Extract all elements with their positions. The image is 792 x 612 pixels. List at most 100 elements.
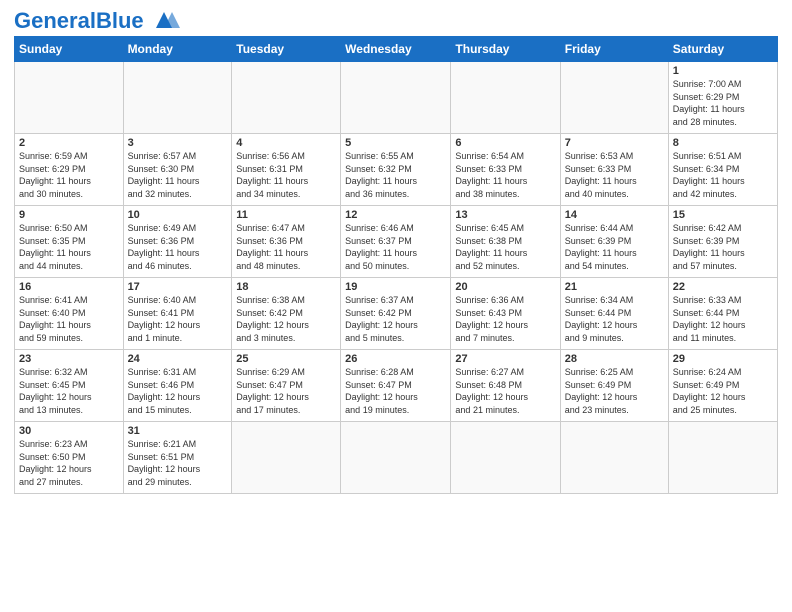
calendar-cell: 25Sunrise: 6:29 AM Sunset: 6:47 PM Dayli… xyxy=(232,350,341,422)
day-number: 4 xyxy=(236,137,336,149)
calendar-cell: 26Sunrise: 6:28 AM Sunset: 6:47 PM Dayli… xyxy=(341,350,451,422)
calendar-week-1: 1Sunrise: 7:00 AM Sunset: 6:29 PM Daylig… xyxy=(15,62,778,134)
calendar-cell: 5Sunrise: 6:55 AM Sunset: 6:32 PM Daylig… xyxy=(341,134,451,206)
weekday-header-monday: Monday xyxy=(123,37,232,62)
day-number: 24 xyxy=(128,353,228,365)
calendar-cell: 8Sunrise: 6:51 AM Sunset: 6:34 PM Daylig… xyxy=(668,134,777,206)
day-info: Sunrise: 6:56 AM Sunset: 6:31 PM Dayligh… xyxy=(236,150,336,200)
header: GeneralBlue xyxy=(14,10,778,32)
day-info: Sunrise: 6:36 AM Sunset: 6:43 PM Dayligh… xyxy=(455,294,555,344)
day-number: 3 xyxy=(128,137,228,149)
day-number: 23 xyxy=(19,353,119,365)
day-number: 13 xyxy=(455,209,555,221)
day-number: 1 xyxy=(673,65,773,77)
weekday-header-thursday: Thursday xyxy=(451,37,560,62)
calendar-cell: 6Sunrise: 6:54 AM Sunset: 6:33 PM Daylig… xyxy=(451,134,560,206)
day-number: 15 xyxy=(673,209,773,221)
day-number: 11 xyxy=(236,209,336,221)
day-info: Sunrise: 6:47 AM Sunset: 6:36 PM Dayligh… xyxy=(236,222,336,272)
calendar-cell: 7Sunrise: 6:53 AM Sunset: 6:33 PM Daylig… xyxy=(560,134,668,206)
day-info: Sunrise: 6:31 AM Sunset: 6:46 PM Dayligh… xyxy=(128,366,228,416)
day-info: Sunrise: 6:50 AM Sunset: 6:35 PM Dayligh… xyxy=(19,222,119,272)
calendar-table: SundayMondayTuesdayWednesdayThursdayFrid… xyxy=(14,36,778,494)
day-info: Sunrise: 6:59 AM Sunset: 6:29 PM Dayligh… xyxy=(19,150,119,200)
day-number: 30 xyxy=(19,425,119,437)
day-number: 16 xyxy=(19,281,119,293)
day-info: Sunrise: 6:45 AM Sunset: 6:38 PM Dayligh… xyxy=(455,222,555,272)
calendar-cell xyxy=(15,62,124,134)
calendar-cell xyxy=(341,422,451,494)
day-info: Sunrise: 6:57 AM Sunset: 6:30 PM Dayligh… xyxy=(128,150,228,200)
logo-general: General xyxy=(14,8,96,33)
calendar-cell: 14Sunrise: 6:44 AM Sunset: 6:39 PM Dayli… xyxy=(560,206,668,278)
day-info: Sunrise: 6:38 AM Sunset: 6:42 PM Dayligh… xyxy=(236,294,336,344)
calendar-cell: 13Sunrise: 6:45 AM Sunset: 6:38 PM Dayli… xyxy=(451,206,560,278)
day-number: 7 xyxy=(565,137,664,149)
weekday-header-sunday: Sunday xyxy=(15,37,124,62)
day-info: Sunrise: 6:55 AM Sunset: 6:32 PM Dayligh… xyxy=(345,150,446,200)
day-info: Sunrise: 6:40 AM Sunset: 6:41 PM Dayligh… xyxy=(128,294,228,344)
calendar-cell xyxy=(560,422,668,494)
day-info: Sunrise: 6:28 AM Sunset: 6:47 PM Dayligh… xyxy=(345,366,446,416)
logo: GeneralBlue xyxy=(14,10,180,32)
day-info: Sunrise: 7:00 AM Sunset: 6:29 PM Dayligh… xyxy=(673,78,773,128)
weekday-header-friday: Friday xyxy=(560,37,668,62)
day-number: 29 xyxy=(673,353,773,365)
calendar-cell: 18Sunrise: 6:38 AM Sunset: 6:42 PM Dayli… xyxy=(232,278,341,350)
calendar-cell: 27Sunrise: 6:27 AM Sunset: 6:48 PM Dayli… xyxy=(451,350,560,422)
day-info: Sunrise: 6:37 AM Sunset: 6:42 PM Dayligh… xyxy=(345,294,446,344)
calendar-cell: 16Sunrise: 6:41 AM Sunset: 6:40 PM Dayli… xyxy=(15,278,124,350)
day-info: Sunrise: 6:33 AM Sunset: 6:44 PM Dayligh… xyxy=(673,294,773,344)
calendar-cell: 23Sunrise: 6:32 AM Sunset: 6:45 PM Dayli… xyxy=(15,350,124,422)
calendar-cell: 31Sunrise: 6:21 AM Sunset: 6:51 PM Dayli… xyxy=(123,422,232,494)
day-info: Sunrise: 6:54 AM Sunset: 6:33 PM Dayligh… xyxy=(455,150,555,200)
weekday-header-tuesday: Tuesday xyxy=(232,37,341,62)
day-info: Sunrise: 6:46 AM Sunset: 6:37 PM Dayligh… xyxy=(345,222,446,272)
calendar-cell xyxy=(451,62,560,134)
calendar-cell: 10Sunrise: 6:49 AM Sunset: 6:36 PM Dayli… xyxy=(123,206,232,278)
day-number: 17 xyxy=(128,281,228,293)
calendar-cell: 4Sunrise: 6:56 AM Sunset: 6:31 PM Daylig… xyxy=(232,134,341,206)
calendar-week-3: 9Sunrise: 6:50 AM Sunset: 6:35 PM Daylig… xyxy=(15,206,778,278)
weekday-header-saturday: Saturday xyxy=(668,37,777,62)
calendar-cell: 17Sunrise: 6:40 AM Sunset: 6:41 PM Dayli… xyxy=(123,278,232,350)
day-number: 8 xyxy=(673,137,773,149)
day-number: 21 xyxy=(565,281,664,293)
calendar-cell xyxy=(668,422,777,494)
day-number: 2 xyxy=(19,137,119,149)
calendar-week-5: 23Sunrise: 6:32 AM Sunset: 6:45 PM Dayli… xyxy=(15,350,778,422)
day-info: Sunrise: 6:44 AM Sunset: 6:39 PM Dayligh… xyxy=(565,222,664,272)
day-number: 5 xyxy=(345,137,446,149)
calendar-cell: 21Sunrise: 6:34 AM Sunset: 6:44 PM Dayli… xyxy=(560,278,668,350)
calendar-cell: 15Sunrise: 6:42 AM Sunset: 6:39 PM Dayli… xyxy=(668,206,777,278)
day-info: Sunrise: 6:24 AM Sunset: 6:49 PM Dayligh… xyxy=(673,366,773,416)
day-number: 27 xyxy=(455,353,555,365)
day-info: Sunrise: 6:42 AM Sunset: 6:39 PM Dayligh… xyxy=(673,222,773,272)
day-info: Sunrise: 6:34 AM Sunset: 6:44 PM Dayligh… xyxy=(565,294,664,344)
day-number: 10 xyxy=(128,209,228,221)
day-number: 22 xyxy=(673,281,773,293)
calendar-week-6: 30Sunrise: 6:23 AM Sunset: 6:50 PM Dayli… xyxy=(15,422,778,494)
calendar-cell xyxy=(560,62,668,134)
day-number: 6 xyxy=(455,137,555,149)
day-info: Sunrise: 6:51 AM Sunset: 6:34 PM Dayligh… xyxy=(673,150,773,200)
calendar-cell: 30Sunrise: 6:23 AM Sunset: 6:50 PM Dayli… xyxy=(15,422,124,494)
day-number: 26 xyxy=(345,353,446,365)
day-info: Sunrise: 6:41 AM Sunset: 6:40 PM Dayligh… xyxy=(19,294,119,344)
day-number: 31 xyxy=(128,425,228,437)
calendar-cell: 20Sunrise: 6:36 AM Sunset: 6:43 PM Dayli… xyxy=(451,278,560,350)
calendar-cell xyxy=(451,422,560,494)
calendar-cell xyxy=(232,422,341,494)
day-info: Sunrise: 6:27 AM Sunset: 6:48 PM Dayligh… xyxy=(455,366,555,416)
day-number: 19 xyxy=(345,281,446,293)
day-number: 14 xyxy=(565,209,664,221)
logo-icon xyxy=(148,10,180,32)
day-info: Sunrise: 6:49 AM Sunset: 6:36 PM Dayligh… xyxy=(128,222,228,272)
day-number: 9 xyxy=(19,209,119,221)
day-info: Sunrise: 6:29 AM Sunset: 6:47 PM Dayligh… xyxy=(236,366,336,416)
calendar-cell: 9Sunrise: 6:50 AM Sunset: 6:35 PM Daylig… xyxy=(15,206,124,278)
page-container: GeneralBlue SundayMondayTuesdayWednesday… xyxy=(0,0,792,500)
day-number: 28 xyxy=(565,353,664,365)
calendar-cell: 19Sunrise: 6:37 AM Sunset: 6:42 PM Dayli… xyxy=(341,278,451,350)
day-info: Sunrise: 6:32 AM Sunset: 6:45 PM Dayligh… xyxy=(19,366,119,416)
